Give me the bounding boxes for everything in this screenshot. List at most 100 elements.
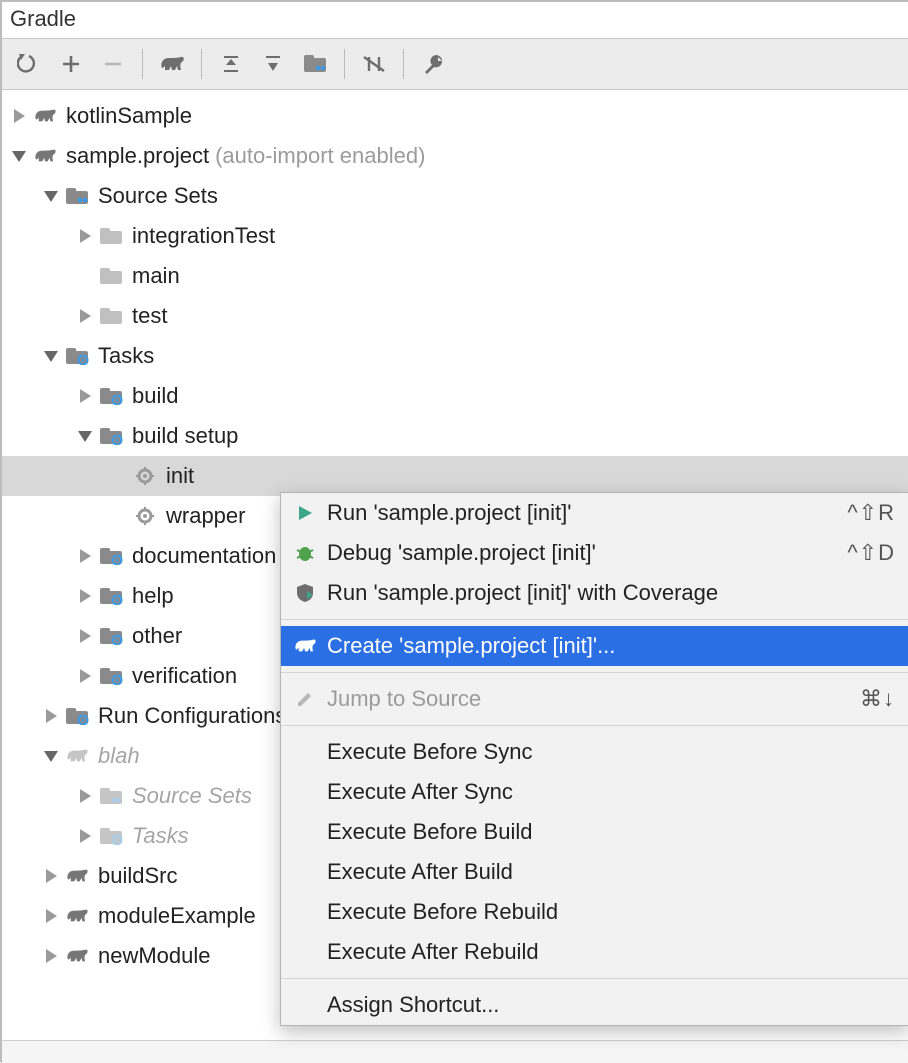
module-view-button[interactable]	[296, 45, 334, 83]
elephant-faded-icon	[64, 745, 90, 767]
tree-item-label: other	[132, 616, 182, 655]
menu-separator	[281, 619, 908, 620]
tree-item-kotlinSample[interactable]: kotlinSample	[2, 96, 908, 136]
menu-item[interactable]: Create 'sample.project [init]'...	[281, 626, 908, 666]
tree-item-label: build setup	[132, 416, 238, 455]
toolbar-separator	[344, 49, 345, 79]
elephant-icon	[159, 54, 185, 74]
tree-item-label: main	[132, 256, 180, 295]
menu-item-label: Run 'sample.project [init]'	[327, 500, 847, 526]
tree-item-label: init	[166, 456, 194, 495]
gradle-elephant-button[interactable]	[153, 45, 191, 83]
tree-item-integrationTest[interactable]: integrationTest	[2, 216, 908, 256]
menu-item[interactable]: Execute Before Sync	[281, 732, 908, 772]
wrench-icon	[422, 53, 444, 75]
expand-toggle[interactable]	[40, 191, 62, 202]
menu-item-label: Create 'sample.project [init]'...	[327, 633, 895, 659]
expand-toggle[interactable]	[74, 229, 96, 243]
tree-item-sourceSets[interactable]: Source Sets	[2, 176, 908, 216]
refresh-icon	[17, 52, 41, 76]
folder-gear-icon	[64, 705, 90, 727]
tree-item-test[interactable]: test	[2, 296, 908, 336]
tree-item-sample.project[interactable]: sample.project(auto-import enabled)	[2, 136, 908, 176]
folder-icon	[98, 225, 124, 247]
expand-toggle[interactable]	[74, 629, 96, 643]
toggle-offline-button[interactable]	[355, 45, 393, 83]
tree-item-label: help	[132, 576, 174, 615]
expand-all-button[interactable]	[212, 45, 250, 83]
expand-toggle[interactable]	[74, 669, 96, 683]
tree-item-label: documentation	[132, 536, 276, 575]
expand-toggle[interactable]	[8, 151, 30, 162]
coverage-icon	[289, 583, 321, 603]
menu-item[interactable]: Run 'sample.project [init]' with Coverag…	[281, 573, 908, 613]
tree-item-label: kotlinSample	[66, 96, 192, 135]
menu-item-shortcut: ^⇧D	[847, 540, 895, 566]
menu-item[interactable]: Execute Before Build	[281, 812, 908, 852]
tree-item-build[interactable]: build	[2, 376, 908, 416]
menu-separator	[281, 725, 908, 726]
expand-toggle[interactable]	[74, 589, 96, 603]
elephant-icon	[64, 865, 90, 887]
elephant-white-icon	[289, 637, 321, 655]
expand-toggle[interactable]	[40, 709, 62, 723]
menu-item[interactable]: Execute Before Rebuild	[281, 892, 908, 932]
expand-all-icon	[220, 53, 242, 75]
tree-item-label: integrationTest	[132, 216, 275, 255]
menu-item[interactable]: Execute After Rebuild	[281, 932, 908, 972]
expand-toggle[interactable]	[8, 109, 30, 123]
elephant-icon	[64, 905, 90, 927]
menu-item[interactable]: Execute After Sync	[281, 772, 908, 812]
menu-item-label: Execute Before Sync	[327, 739, 895, 765]
expand-toggle[interactable]	[40, 949, 62, 963]
tree-item-label: test	[132, 296, 167, 335]
expand-toggle[interactable]	[40, 751, 62, 762]
folder-icon	[98, 265, 124, 287]
folder-gear-icon	[98, 425, 124, 447]
tree-item-init[interactable]: init	[2, 456, 908, 496]
toolbar	[2, 38, 908, 90]
debug-icon	[289, 544, 321, 562]
expand-toggle[interactable]	[74, 431, 96, 442]
run-icon	[289, 504, 321, 522]
expand-toggle[interactable]	[40, 351, 62, 362]
add-button[interactable]	[52, 45, 90, 83]
collapse-all-button[interactable]	[254, 45, 292, 83]
refresh-button[interactable]	[10, 45, 48, 83]
tree-item-label: sample.project	[66, 136, 209, 175]
gear-icon	[132, 465, 158, 487]
tree-item-buildSetup[interactable]: build setup	[2, 416, 908, 456]
folder-gear-icon	[98, 545, 124, 567]
expand-toggle[interactable]	[74, 549, 96, 563]
menu-item[interactable]: Execute After Build	[281, 852, 908, 892]
elephant-icon	[32, 145, 58, 167]
settings-button[interactable]	[414, 45, 452, 83]
menu-item[interactable]: Assign Shortcut...	[281, 985, 908, 1025]
expand-toggle[interactable]	[74, 389, 96, 403]
plus-icon	[61, 54, 81, 74]
expand-toggle[interactable]	[74, 789, 96, 803]
toolbar-separator	[201, 49, 202, 79]
folder-gear-faded-icon	[98, 825, 124, 847]
elephant-icon	[64, 945, 90, 967]
tree-item-main[interactable]: main	[2, 256, 908, 296]
menu-item-label: Debug 'sample.project [init]'	[327, 540, 847, 566]
elephant-icon	[32, 105, 58, 127]
menu-item-label: Execute After Build	[327, 859, 895, 885]
folder-gear-icon	[98, 665, 124, 687]
menu-item-shortcut: ⌘↓	[860, 686, 895, 712]
expand-toggle[interactable]	[74, 829, 96, 843]
tree-item-label: moduleExample	[98, 896, 256, 935]
expand-toggle[interactable]	[74, 309, 96, 323]
menu-item[interactable]: Run 'sample.project [init]'^⇧R	[281, 493, 908, 533]
folder-module-icon	[303, 54, 327, 74]
context-menu[interactable]: Run 'sample.project [init]'^⇧RDebug 'sam…	[280, 492, 908, 1026]
tree-item-label: blah	[98, 736, 140, 775]
expand-toggle[interactable]	[40, 869, 62, 883]
tree-item-tasks[interactable]: Tasks	[2, 336, 908, 376]
menu-item[interactable]: Debug 'sample.project [init]'^⇧D	[281, 533, 908, 573]
tree-item-label: wrapper	[166, 496, 245, 535]
expand-toggle[interactable]	[40, 909, 62, 923]
menu-item: Jump to Source⌘↓	[281, 679, 908, 719]
remove-button[interactable]	[94, 45, 132, 83]
